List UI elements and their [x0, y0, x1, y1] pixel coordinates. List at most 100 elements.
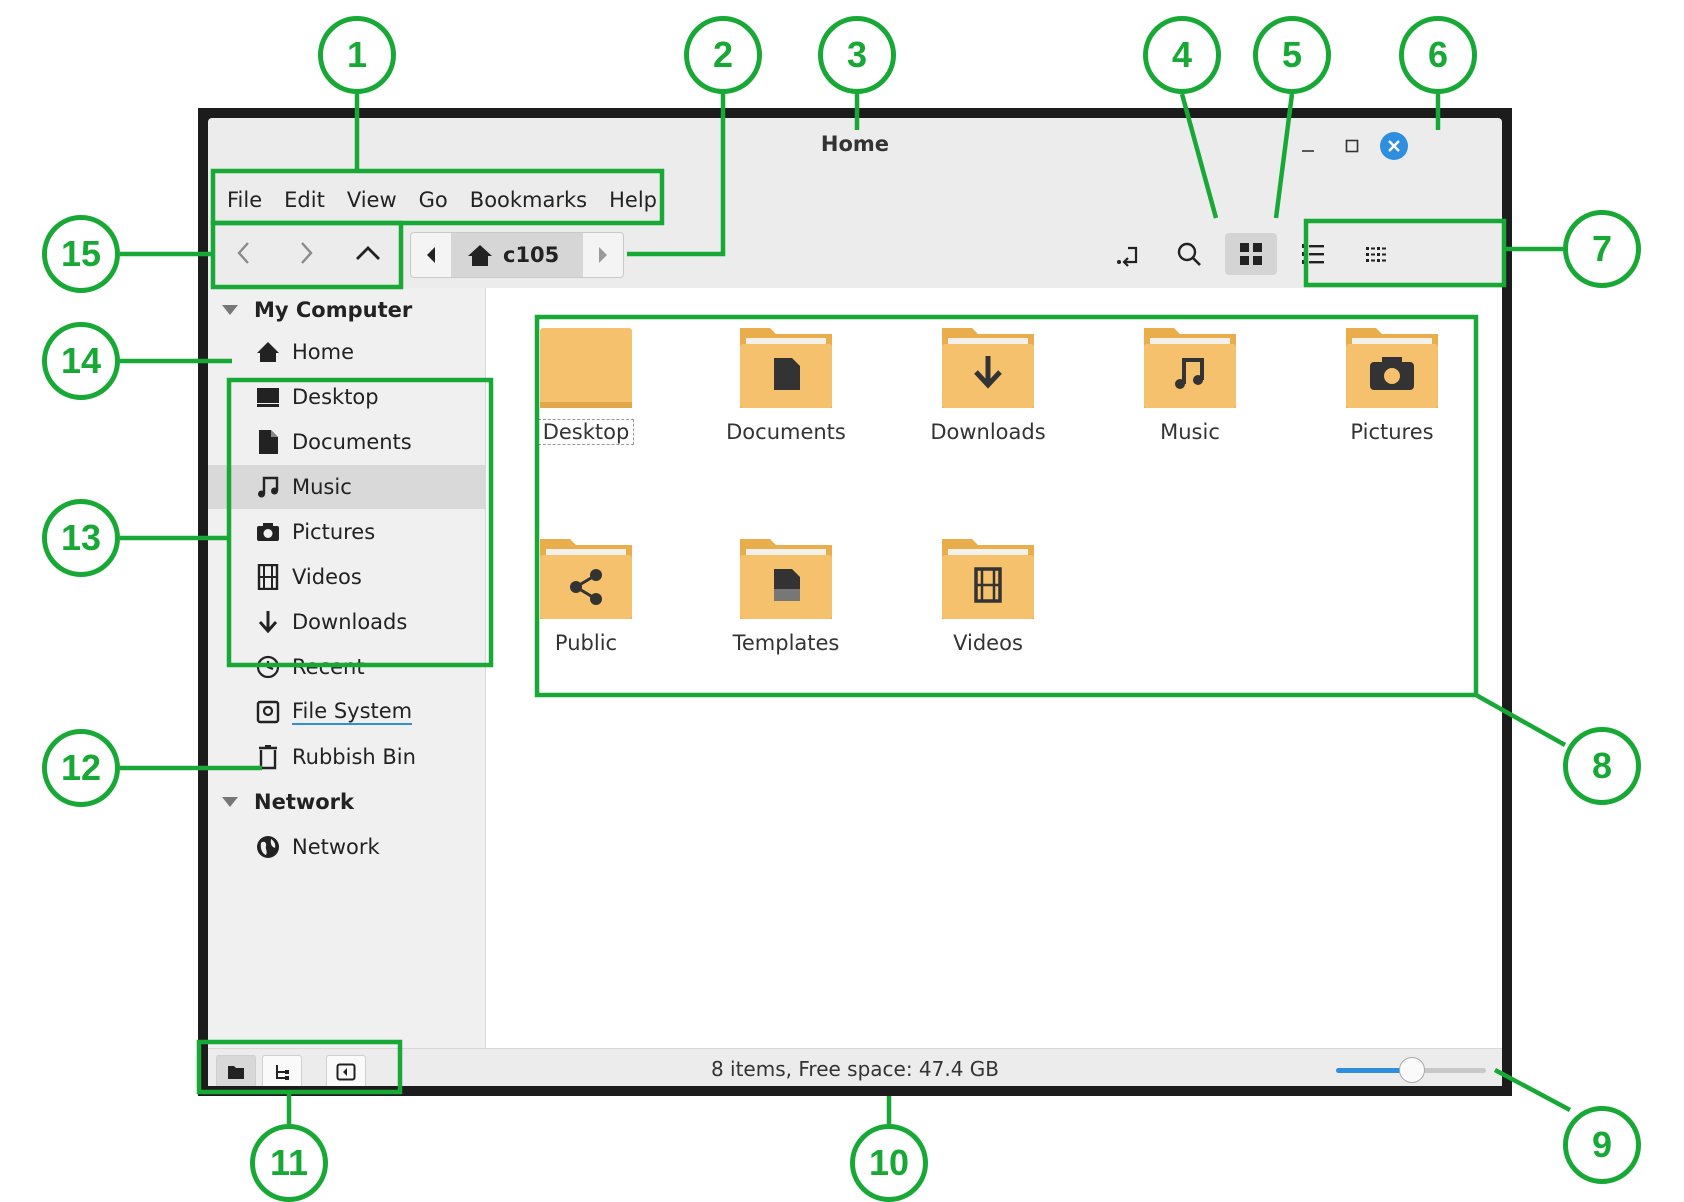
file-name: Music: [1160, 420, 1220, 444]
chevron-right-icon: [301, 242, 313, 264]
callout-2: 2: [684, 16, 762, 94]
status-bar: 8 items, Free space: 47.4 GB: [208, 1048, 1502, 1086]
sidebar-item-music[interactable]: Music: [208, 465, 485, 509]
breadcrumb-home[interactable]: c105: [451, 233, 584, 277]
zoom-slider-handle[interactable]: [1399, 1057, 1425, 1083]
location-entry-icon: [1117, 246, 1138, 267]
callout-1: 1: [318, 16, 396, 94]
menu-file[interactable]: File: [216, 188, 273, 212]
breadcrumb-right-button[interactable]: [583, 233, 623, 277]
sidebar-item-label: Downloads: [292, 610, 408, 634]
up-button[interactable]: [342, 233, 394, 273]
sidebar-item-label: Documents: [292, 430, 412, 454]
menu-edit[interactable]: Edit: [273, 188, 336, 212]
globe-icon: [254, 833, 282, 861]
sidebar-item-rubbish-bin[interactable]: Rubbish Bin: [208, 735, 485, 779]
toolbar: c105: [208, 223, 1502, 285]
sidebar-item-home[interactable]: Home: [208, 330, 485, 374]
file-item-documents[interactable]: Documents: [686, 322, 886, 444]
menu-bar: File Edit View Go Bookmarks Help: [216, 180, 668, 220]
sidebar-item-label: Pictures: [292, 520, 376, 544]
list-view-icon: [1302, 244, 1324, 264]
callout-7: 7: [1563, 210, 1641, 288]
close-icon: [1388, 140, 1400, 152]
title-bar[interactable]: Home: [208, 118, 1502, 168]
search-icon: [1177, 242, 1201, 266]
file-item-downloads[interactable]: Downloads: [888, 322, 1088, 444]
triangle-right-icon: [599, 247, 608, 263]
camera-icon: [254, 518, 282, 546]
file-item-templates[interactable]: Templates: [686, 533, 886, 655]
breadcrumb-left-button[interactable]: [411, 233, 451, 277]
zoom-slider[interactable]: [1336, 1057, 1486, 1083]
chevron-left-icon: [237, 242, 249, 264]
callout-4: 4: [1143, 16, 1221, 94]
file-item-public[interactable]: Public: [486, 533, 686, 655]
sidebar-section-my-computer[interactable]: My Computer: [222, 298, 412, 322]
file-name: Downloads: [930, 420, 1046, 444]
status-text: 8 items, Free space: 47.4 GB: [710, 1057, 1000, 1081]
file-item-videos[interactable]: Videos: [888, 533, 1088, 655]
callout-14: 14: [42, 322, 120, 400]
sidebar-section-network[interactable]: Network: [222, 790, 354, 814]
sidebar-item-network[interactable]: Network: [208, 825, 485, 869]
file-manager-window: Home File Edit View Go Bookmarks Help c1…: [208, 118, 1502, 1086]
breadcrumb-label: c105: [503, 243, 560, 267]
file-name: Public: [554, 631, 618, 655]
home-icon: [468, 245, 492, 266]
drive-icon: [254, 698, 282, 726]
icon-view-button[interactable]: [1225, 233, 1277, 275]
download-icon: [254, 608, 282, 636]
callout-15: 15: [42, 215, 120, 293]
sidebar-item-desktop[interactable]: Desktop: [208, 375, 485, 419]
file-name: Pictures: [1350, 420, 1434, 444]
file-name: Templates: [732, 631, 840, 655]
sidebar-item-label: Rubbish Bin: [292, 745, 416, 769]
sidebar-item-videos[interactable]: Videos: [208, 555, 485, 599]
menu-go[interactable]: Go: [408, 188, 459, 212]
file-name: Desktop: [537, 419, 635, 445]
maximize-icon: [1345, 139, 1359, 153]
maximize-button[interactable]: [1338, 132, 1366, 160]
sidebar: My Computer Home Desktop Documents Music…: [208, 288, 486, 1048]
file-item-pictures[interactable]: Pictures: [1292, 322, 1492, 444]
callout-6: 6: [1399, 16, 1477, 94]
toggle-location-button[interactable]: [1102, 233, 1154, 275]
sidebar-item-label: Home: [292, 340, 355, 364]
folder-music-icon: [1144, 328, 1236, 408]
compact-view-button[interactable]: [1349, 233, 1401, 275]
menu-view[interactable]: View: [336, 188, 408, 212]
search-button[interactable]: [1163, 233, 1215, 275]
file-item-music[interactable]: Music: [1090, 322, 1290, 444]
section-title: My Computer: [254, 298, 413, 322]
sidebar-item-label: Videos: [292, 565, 362, 589]
menu-help[interactable]: Help: [598, 188, 668, 212]
sidebar-item-recent[interactable]: Recent: [208, 645, 485, 689]
folder-videos-icon: [942, 539, 1034, 619]
folder-pictures-icon: [1346, 328, 1438, 408]
sidebar-item-documents[interactable]: Documents: [208, 420, 485, 464]
film-icon: [254, 563, 282, 591]
document-icon: [254, 428, 282, 456]
menu-bookmarks[interactable]: Bookmarks: [459, 188, 598, 212]
callout-8: 8: [1563, 727, 1641, 805]
forward-button[interactable]: [280, 233, 332, 273]
sidebar-item-label: Music: [292, 475, 352, 499]
sidebar-item-file-system[interactable]: File System: [208, 690, 485, 734]
sidebar-item-pictures[interactable]: Pictures: [208, 510, 485, 554]
callout-9: 9: [1563, 1106, 1641, 1184]
clock-icon: [254, 653, 282, 681]
file-view[interactable]: Desktop Documents Downloads Music Pictur…: [486, 288, 1502, 1048]
minimize-button[interactable]: [1294, 132, 1322, 160]
sidebar-item-label: Recent: [292, 655, 365, 679]
music-icon: [254, 473, 282, 501]
grid-view-icon: [1240, 243, 1262, 265]
folder-documents-icon: [740, 328, 832, 408]
callout-12: 12: [42, 729, 120, 807]
file-item-desktop[interactable]: Desktop: [486, 322, 686, 445]
back-button[interactable]: [218, 233, 270, 273]
sidebar-item-downloads[interactable]: Downloads: [208, 600, 485, 644]
triangle-left-icon: [427, 247, 435, 263]
close-button[interactable]: [1380, 132, 1408, 160]
list-view-button[interactable]: [1287, 233, 1339, 275]
